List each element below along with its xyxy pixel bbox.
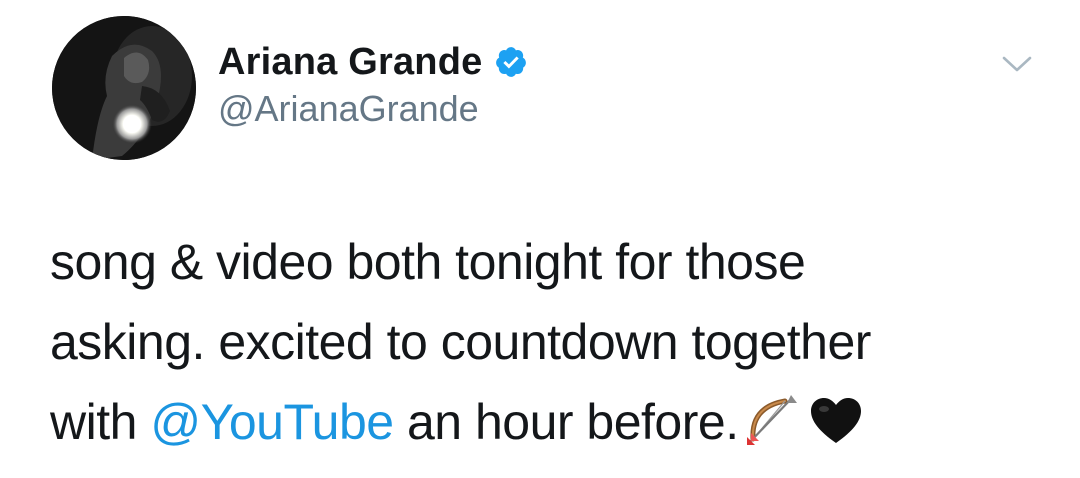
tweet-text-line-1: song & video both tonight for those	[50, 234, 806, 290]
tweet-text-segment: with	[50, 394, 151, 450]
avatar-photo-icon	[52, 16, 196, 160]
bow-and-arrow-emoji-icon	[745, 390, 803, 470]
chevron-down-icon[interactable]	[1000, 52, 1034, 76]
author-display-name[interactable]: Ariana Grande	[218, 41, 482, 84]
verified-badge-icon	[494, 45, 528, 79]
tweet-text: song & video both tonight for those aski…	[50, 222, 1050, 470]
mention-link[interactable]: @YouTube	[150, 394, 394, 450]
author-name-row: Ariana Grande	[218, 38, 528, 86]
tweet-text-line-2: asking. excited to countdown together	[50, 314, 871, 370]
avatar[interactable]	[52, 16, 196, 160]
tweet-text-segment: an hour before.	[393, 394, 739, 450]
tweet-card: Ariana Grande @ArianaGrande song & video…	[0, 0, 1080, 478]
black-heart-emoji-icon	[809, 390, 863, 470]
tweet-text-line-3: with @YouTube an hour before.	[50, 382, 1050, 470]
author-handle[interactable]: @ArianaGrande	[218, 88, 479, 130]
